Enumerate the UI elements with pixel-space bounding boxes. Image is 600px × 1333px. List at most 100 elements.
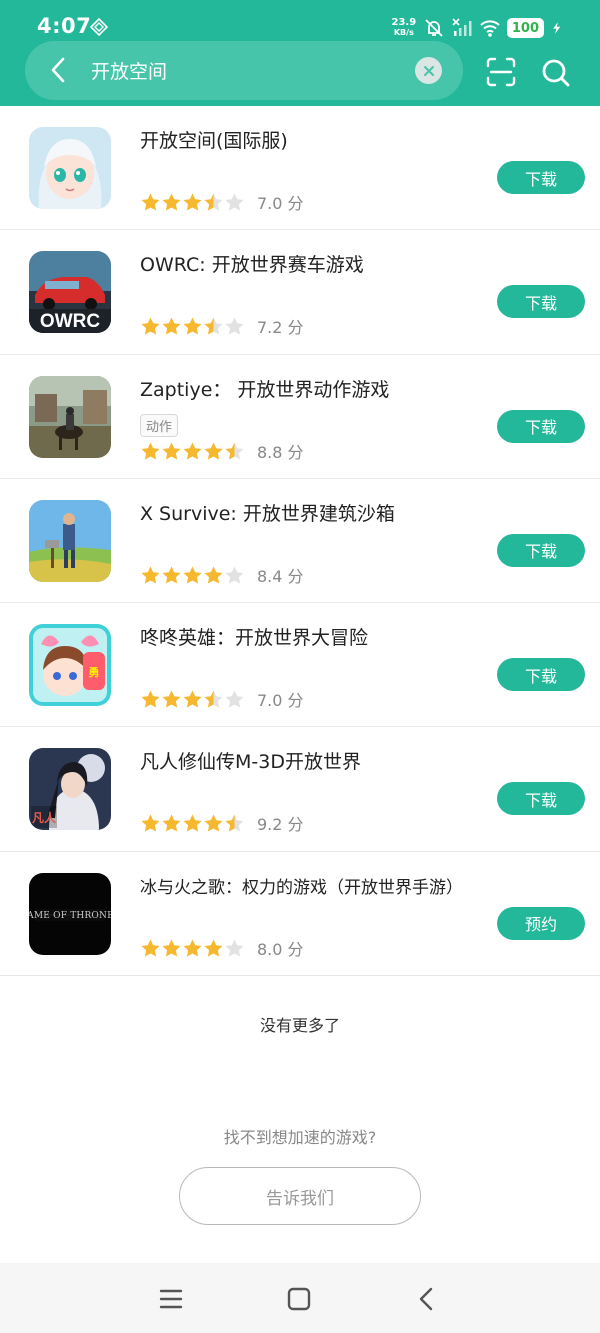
cant-find-prompt: 找不到想加速的游戏? (223, 1128, 377, 1147)
star-icon (162, 193, 181, 211)
star-icon (204, 690, 223, 708)
menu-icon[interactable] (157, 1285, 185, 1313)
star-icon (141, 566, 160, 584)
download-button[interactable]: 下载 (497, 782, 585, 816)
app-icon-x-survive (29, 499, 111, 582)
mute-icon (425, 19, 443, 37)
tell-us-button[interactable]: 告诉我们 (179, 1167, 421, 1225)
star-icon (141, 814, 160, 832)
list-item[interactable]: OWRC OWRC: 开放世界赛车游戏 7.2 分 下载 (0, 230, 600, 355)
rating-score: 7.2 分 (257, 318, 304, 338)
app-title: 咚咚英雄：开放世界大冒险 (140, 627, 369, 650)
app-title: X Survive: 开放世界建筑沙箱 (140, 502, 395, 525)
star-icon (204, 566, 223, 584)
app-icon-fanren-xiuxian: 凡人 (29, 748, 111, 831)
status-bar: 4:07 23.9 KB/s 100 (0, 0, 600, 44)
genre-tag: 动作 (140, 413, 179, 437)
clear-button[interactable] (415, 57, 442, 84)
search-icon[interactable] (540, 57, 572, 89)
wifi-icon (480, 20, 500, 37)
rating-stars: 7.0 分 (140, 190, 304, 214)
star-icon (204, 193, 223, 211)
network-speed-unit: KB/s (393, 28, 414, 37)
rating-score: 8.8 分 (257, 442, 304, 462)
list-item[interactable]: 勇 咚咚英雄：开放世界大冒险 7.0 分 下载 (0, 603, 600, 728)
search-input[interactable] (91, 53, 411, 87)
clear-icon (423, 65, 434, 76)
download-button[interactable]: 下载 (497, 658, 585, 692)
star-icon (162, 690, 181, 708)
list-item[interactable]: X Survive: 开放世界建筑沙箱 8.4 分 下载 (0, 479, 600, 604)
star-icon (204, 814, 223, 832)
battery-level: 100 (511, 20, 539, 36)
star-icon (204, 317, 223, 335)
svg-text:GAME OF THRONES: GAME OF THRONES (29, 911, 111, 921)
svg-text:凡人: 凡人 (32, 810, 57, 825)
star-icon (162, 814, 181, 832)
scan-icon[interactable] (486, 57, 516, 87)
network-speed-value: 23.9 (391, 17, 417, 28)
rating-score: 9.2 分 (257, 815, 304, 835)
star-icon (183, 193, 202, 211)
star-icon (141, 690, 160, 708)
star-icon (183, 566, 202, 584)
back-icon[interactable] (413, 1285, 441, 1313)
rating-score: 8.4 分 (257, 566, 304, 586)
star-icon (225, 193, 244, 211)
network-speed: 23.9 KB/s (391, 18, 417, 38)
top-bar: 4:07 23.9 KB/s 100 开放空间 (0, 0, 600, 106)
star-icon (162, 566, 181, 584)
download-button[interactable]: 下载 (497, 409, 585, 443)
app-icon-anime-girl (29, 127, 111, 209)
rating-stars: 9.2 分 (140, 811, 304, 835)
list-item[interactable]: Zaptiye： 开放世界动作游戏 动作 8.8 分 下载 (0, 355, 600, 479)
star-icon (141, 317, 160, 335)
reserve-button[interactable]: 预约 (497, 906, 585, 940)
rating-score: 7.0 分 (257, 194, 304, 213)
home-icon[interactable] (285, 1285, 313, 1313)
app-title: Zaptiye： 开放世界动作游戏 (140, 378, 390, 401)
app-title: OWRC: 开放世界赛车游戏 (140, 254, 364, 277)
star-icon (141, 193, 160, 211)
app-icon-game-of-thrones: GAME OF THRONES (29, 872, 111, 955)
star-icon (225, 442, 244, 460)
list-item[interactable]: 凡人 凡人修仙传M-3D开放世界 9.2 分 下载 (0, 727, 600, 852)
star-icon (141, 442, 160, 460)
star-icon (183, 442, 202, 460)
download-button[interactable]: 下载 (497, 533, 585, 567)
app-icon-zaptiye (29, 375, 111, 458)
svg-text:勇: 勇 (89, 666, 100, 679)
status-time: 4:07 (37, 14, 92, 38)
back-arrow-icon (51, 57, 65, 83)
list-item[interactable]: 开放空间(国际服) 7.0 分 下载 (0, 106, 600, 231)
rating-score: 7.0 分 (257, 691, 304, 711)
star-icon (183, 939, 202, 957)
star-icon (162, 939, 181, 957)
list-item[interactable]: GAME OF THRONES 冰与火之歌：权力的游戏（开放世界手游） 8.0 … (0, 852, 600, 977)
download-button[interactable]: 下载 (497, 161, 585, 194)
end-of-list-text: 没有更多了 (259, 1016, 340, 1035)
signal-icon (452, 18, 472, 36)
star-icon (162, 317, 181, 335)
status-icons: 23.9 KB/s 100 (391, 14, 564, 42)
rating-stars: 7.2 分 (140, 314, 304, 338)
star-icon (162, 442, 181, 460)
rating-stars: 8.4 分 (140, 563, 304, 587)
star-icon (183, 317, 202, 335)
rating-stars: 7.0 分 (140, 687, 304, 711)
star-icon (141, 939, 160, 957)
star-icon (225, 814, 244, 832)
rating-stars: 8.0 分 (140, 936, 304, 960)
app-notification-icon (90, 18, 108, 36)
app-title: 冰与火之歌：权力的游戏（开放世界手游） (140, 877, 463, 898)
star-icon (225, 566, 244, 584)
app-icon-owrc: OWRC (29, 251, 111, 334)
charging-icon (553, 22, 561, 34)
star-icon (225, 317, 244, 335)
rating-stars: 8.8 分 (140, 439, 304, 463)
back-button[interactable] (41, 53, 75, 87)
app-title: 开放空间(国际服) (140, 130, 288, 152)
star-icon (183, 690, 202, 708)
star-icon (225, 939, 244, 957)
download-button[interactable]: 下载 (497, 285, 585, 319)
